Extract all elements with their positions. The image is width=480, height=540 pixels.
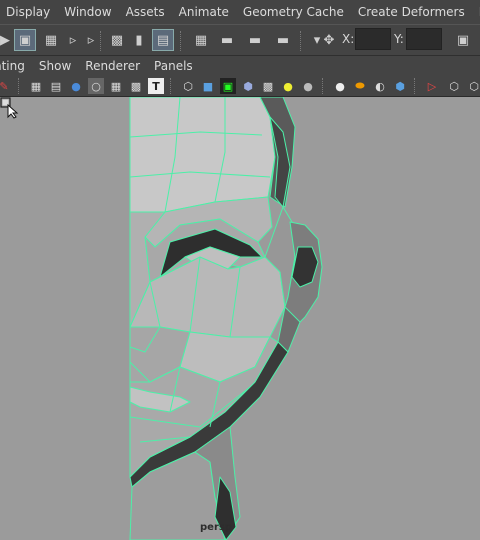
output-ops-icon[interactable]: ▮	[128, 29, 150, 51]
panel-menu-renderer[interactable]: Renderer	[78, 59, 147, 73]
camera-name-label: persp	[200, 522, 232, 533]
select-by-component-icon[interactable]: ▦	[40, 29, 62, 51]
x-coord-label: X:	[342, 32, 355, 46]
y-coord-field[interactable]	[406, 28, 442, 50]
high-quality-icon[interactable]: ⬬	[352, 78, 368, 94]
safe-title-icon[interactable]: T	[148, 78, 164, 94]
select-camera-icon[interactable]: ▷	[424, 78, 440, 94]
menu-window[interactable]: Window	[57, 0, 118, 24]
xray-icon[interactable]: ⬢	[392, 78, 408, 94]
film-gate-icon[interactable]: ▤	[48, 78, 64, 94]
main-menubar: Display Window Assets Animate Geometry C…	[0, 0, 480, 24]
isolate-icon[interactable]: ◐	[372, 78, 388, 94]
field-chart-icon[interactable]: ▦	[108, 78, 124, 94]
wireframe-mode-icon[interactable]: ⬡	[180, 78, 196, 94]
textured-icon[interactable]: ⬢	[240, 78, 256, 94]
status-line: ▶ ▣ ▦ ▹ ▹ ▩ ▮ ▤ ▦ ▬ ▬ ▬ ▾ ✥ X: Y: ▣	[0, 24, 480, 56]
menu-create-deformers[interactable]: Create Deformers	[351, 0, 472, 24]
input-ops-icon[interactable]: ▩	[106, 29, 128, 51]
mouse-cursor-icon	[0, 97, 19, 119]
menu-display[interactable]: Display	[0, 0, 57, 24]
relative-transform-icon[interactable]: ▣	[452, 29, 474, 51]
camera-attributes-icon[interactable]: ✎	[0, 78, 12, 94]
panel-toolbar: ✎ ▦ ▤ ● ○ ▦ ▩ T ⬡ ■ ▣ ⬢ ▩ ● ● ● ⬬ ◐ ⬢ ▷ …	[0, 76, 480, 97]
render-view-icon[interactable]: ▦	[190, 29, 212, 51]
panel-menu-panels[interactable]: Panels	[147, 59, 200, 73]
panel-menu-shading[interactable]: nting	[0, 59, 32, 73]
menu-edit-deformers[interactable]: Edit Deformers	[472, 0, 480, 24]
wireframe-on-shaded-icon[interactable]: ▣	[220, 78, 236, 94]
history-icon[interactable]: ▤	[152, 29, 174, 51]
default-light-icon[interactable]: ●	[280, 78, 296, 94]
menu-assets[interactable]: Assets	[119, 0, 172, 24]
two-side-icon[interactable]: ⬡	[446, 78, 462, 94]
wireframe-grid-icon[interactable]: ▦	[28, 78, 44, 94]
resolution-gate-icon[interactable]: ●	[68, 78, 84, 94]
gate-mask-icon[interactable]: ○	[88, 78, 104, 94]
more-tools-icon[interactable]: ⬡	[466, 78, 480, 94]
render-current-icon[interactable]: ▬	[216, 29, 238, 51]
all-lights-icon[interactable]: ●	[300, 78, 316, 94]
ipr-render-icon[interactable]: ▬	[244, 29, 266, 51]
snap-arrow-2-icon[interactable]: ▹	[80, 29, 102, 51]
checker-icon[interactable]: ▩	[260, 78, 276, 94]
menu-geometry-cache[interactable]: Geometry Cache	[236, 0, 351, 24]
y-coord-label: Y:	[394, 32, 404, 46]
head-mesh	[129, 97, 323, 540]
select-by-object-icon[interactable]: ▣	[14, 29, 36, 51]
x-coord-field[interactable]	[355, 28, 391, 50]
perspective-viewport[interactable]: persp	[0, 97, 480, 540]
panel-menubar: nting Show Renderer Panels	[0, 56, 480, 76]
menu-animate[interactable]: Animate	[172, 0, 236, 24]
render-settings-icon[interactable]: ▬	[272, 29, 294, 51]
transform-crosshair-icon[interactable]: ✥	[318, 29, 340, 51]
panel-menu-show[interactable]: Show	[32, 59, 78, 73]
shadows-icon[interactable]: ●	[332, 78, 348, 94]
smooth-shade-icon[interactable]: ■	[200, 78, 216, 94]
safe-action-icon[interactable]: ▩	[128, 78, 144, 94]
